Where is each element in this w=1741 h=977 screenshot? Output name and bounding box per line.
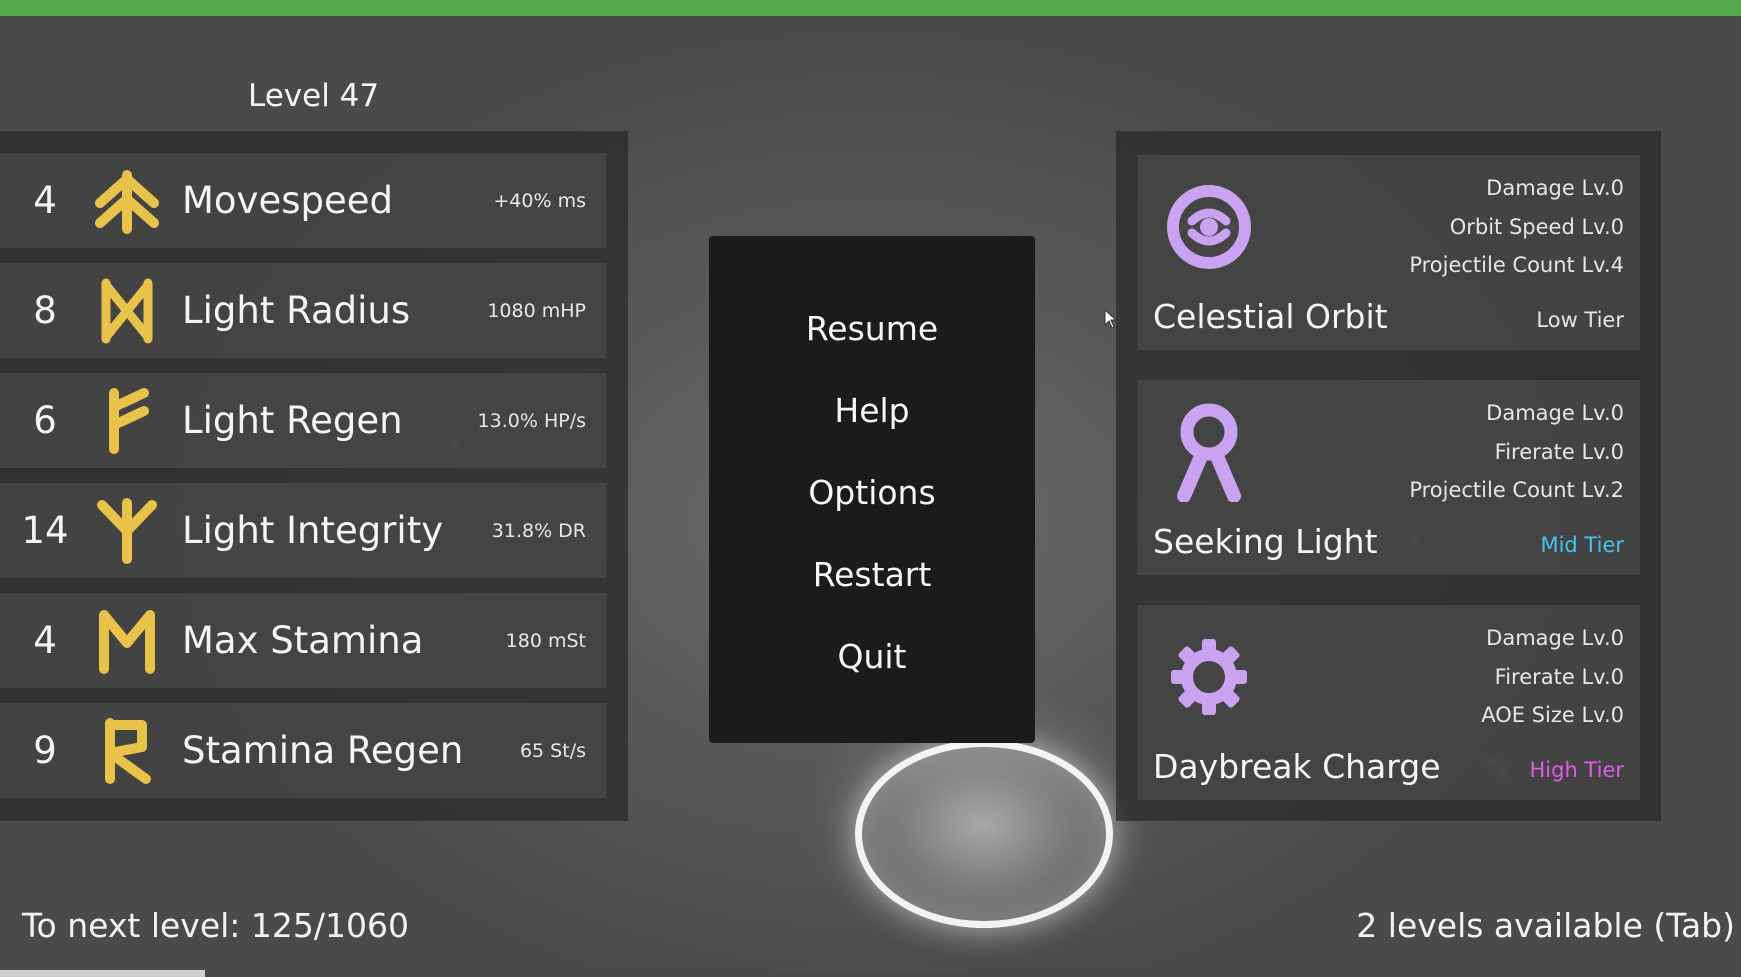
upgrade-line: AOE Size Lv.0	[1481, 703, 1624, 727]
weapon-upgrades: Damage Lv.0 Orbit Speed Lv.0 Projectile …	[1409, 169, 1624, 285]
sun-gear-icon	[1171, 639, 1247, 715]
stat-name: Light Regen	[182, 399, 403, 442]
options-button[interactable]: Options	[709, 462, 1035, 522]
weapon-card-celestial-orbit[interactable]: Damage Lv.0 Orbit Speed Lv.0 Projectile …	[1138, 155, 1640, 350]
stat-value: 13.0% HP/s	[477, 409, 586, 432]
weapon-card-seeking-light[interactable]: Damage Lv.0 Firerate Lv.0 Projectile Cou…	[1138, 380, 1640, 575]
stat-value: 31.8% DR	[491, 519, 586, 542]
weapon-card-daybreak-charge[interactable]: Damage Lv.0 Firerate Lv.0 AOE Size Lv.0 …	[1138, 605, 1640, 800]
xp-progress-bar	[0, 970, 1741, 977]
stat-value: 180 mSt	[505, 629, 586, 652]
stats-panel: 4 Movespeed +40% ms 8 Light Radius 1080 …	[0, 131, 628, 821]
stat-row-max-stamina[interactable]: 4 Max Stamina 180 mSt	[0, 593, 606, 688]
pause-menu: Resume Help Options Restart Quit	[709, 236, 1035, 743]
upgrade-line: Damage Lv.0	[1486, 626, 1624, 650]
stat-level: 6	[33, 399, 57, 442]
stat-level: 8	[33, 289, 57, 332]
restart-button[interactable]: Restart	[709, 544, 1035, 604]
upgrade-line: Projectile Count Lv.2	[1409, 478, 1624, 502]
upgrade-line: Firerate Lv.0	[1494, 664, 1624, 689]
stat-name: Movespeed	[182, 179, 393, 222]
next-level-progress-text: To next level: 125/1060	[22, 906, 409, 945]
stat-row-light-regen[interactable]: 6 Light Regen 13.0% HP/s	[0, 373, 606, 468]
weapon-upgrades: Damage Lv.0 Firerate Lv.0 AOE Size Lv.0	[1481, 619, 1624, 735]
hourglass-rune-icon	[101, 278, 153, 344]
weapons-panel: Damage Lv.0 Orbit Speed Lv.0 Projectile …	[1116, 131, 1661, 821]
m-rune-icon	[99, 610, 155, 674]
weapon-name: Daybreak Charge	[1153, 747, 1441, 786]
stat-name: Light Radius	[182, 289, 411, 332]
stat-name: Light Integrity	[182, 509, 444, 552]
fehu-rune-icon	[109, 388, 149, 454]
upgrade-line: Damage Lv.0	[1486, 176, 1624, 200]
raido-rune-icon	[105, 718, 151, 784]
weapon-tier: Low Tier	[1536, 308, 1624, 332]
stat-row-stamina-regen[interactable]: 9 Stamina Regen 65 St/s	[0, 703, 606, 798]
resume-button[interactable]: Resume	[709, 298, 1035, 358]
upgrade-line: Projectile Count Lv.4	[1409, 253, 1624, 277]
stat-name: Max Stamina	[182, 619, 424, 662]
mouse-cursor-icon	[1104, 309, 1118, 329]
weapon-tier: Mid Tier	[1540, 533, 1624, 557]
help-button[interactable]: Help	[709, 380, 1035, 440]
levels-available-hint: 2 levels available (Tab)	[1356, 906, 1735, 945]
weapon-name: Celestial Orbit	[1153, 297, 1388, 336]
stat-level: 9	[33, 729, 57, 772]
stat-level: 14	[21, 509, 69, 552]
top-status-bar	[0, 0, 1741, 16]
stat-row-light-radius[interactable]: 8 Light Radius 1080 mHP	[0, 263, 606, 358]
upgrade-line: Damage Lv.0	[1486, 401, 1624, 425]
stat-level: 4	[33, 179, 57, 222]
ankh-ribbon-icon	[1177, 403, 1241, 502]
weapon-tier: High Tier	[1529, 758, 1624, 782]
stat-value: 1080 mHP	[487, 299, 586, 322]
algiz-rune-icon	[97, 498, 157, 564]
player-level-title: Level 47	[248, 78, 380, 114]
stat-row-movespeed[interactable]: 4 Movespeed +40% ms	[0, 153, 606, 248]
weapon-upgrades: Damage Lv.0 Firerate Lv.0 Projectile Cou…	[1409, 394, 1624, 510]
xp-progress-fill	[0, 970, 206, 977]
stat-value: 65 St/s	[519, 739, 586, 762]
orbit-icon	[1167, 185, 1251, 269]
stat-value: +40% ms	[493, 189, 586, 212]
stat-level: 4	[33, 619, 57, 662]
player-light-ring	[855, 740, 1113, 928]
upgrade-line: Orbit Speed Lv.0	[1449, 214, 1624, 239]
upgrade-line: Firerate Lv.0	[1494, 439, 1624, 464]
stat-row-light-integrity[interactable]: 14 Light Integrity 31.8% DR	[0, 483, 606, 578]
chevron-arrow-up-rune-icon	[95, 170, 159, 234]
weapon-name: Seeking Light	[1153, 522, 1378, 561]
stat-name: Stamina Regen	[182, 729, 464, 772]
quit-button[interactable]: Quit	[709, 626, 1035, 686]
